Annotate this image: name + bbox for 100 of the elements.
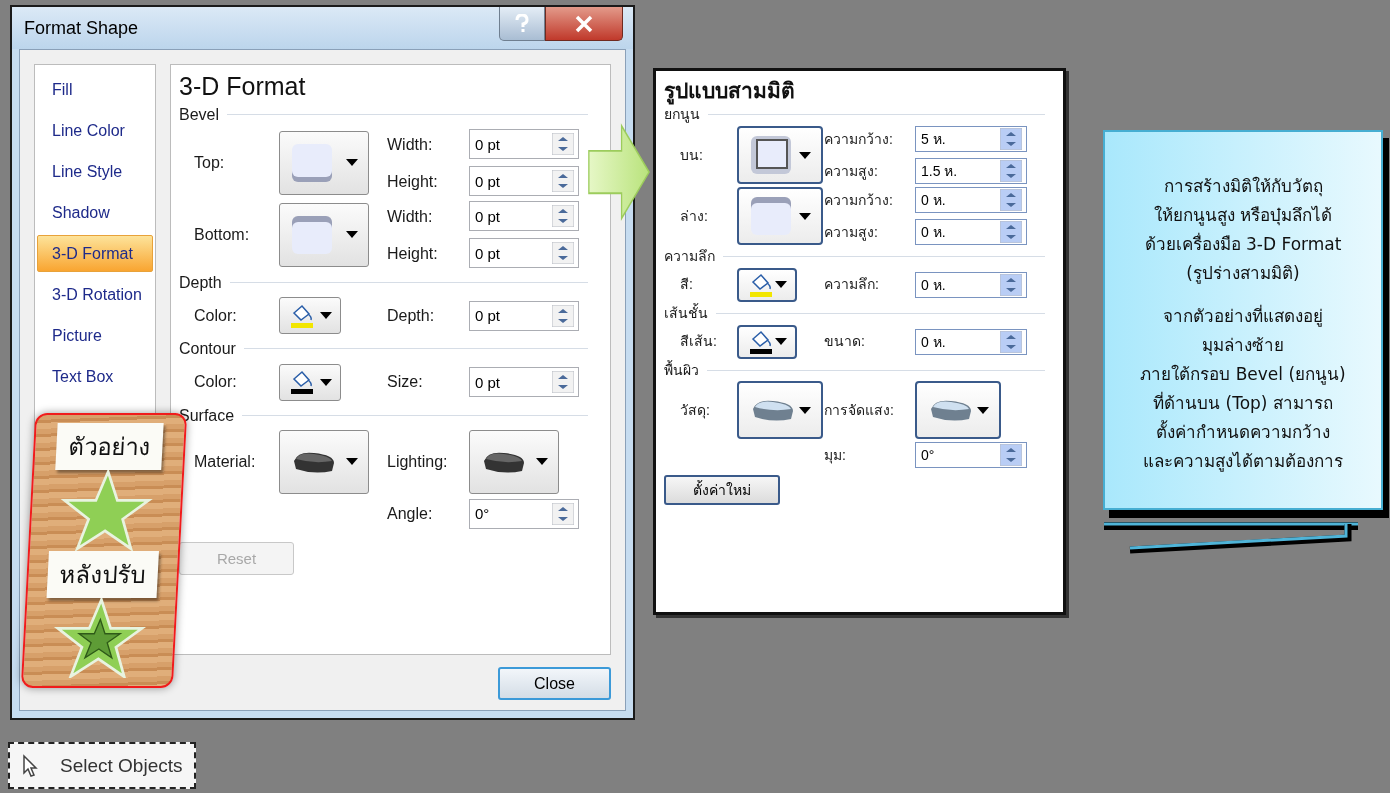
section-title: Bevel [179, 105, 220, 125]
field-label: ความสูง: [824, 162, 879, 180]
caret-icon [775, 281, 787, 289]
spin-field[interactable]: 0 pt [469, 238, 579, 269]
spin-field[interactable]: 0 ห. [915, 271, 1027, 298]
spinner-arrows-icon [552, 502, 574, 525]
spin-field[interactable]: 0° [915, 442, 1027, 469]
sidebar-item[interactable]: Shadow [37, 194, 153, 231]
field-label: สีเส้น: [680, 333, 718, 351]
field-label: วัสดุ: [680, 402, 711, 419]
field-label: Width: [387, 206, 434, 226]
caret-icon [977, 407, 989, 414]
preset-dropdown[interactable] [279, 429, 369, 494]
spin-field[interactable]: 0 pt [469, 367, 579, 398]
spin-field[interactable]: 0° [469, 498, 579, 529]
window-title: Format Shape [24, 17, 139, 39]
reset-button[interactable]: ตั้งค่าใหม่ [664, 475, 780, 506]
field-label: Top: [194, 153, 226, 173]
caret-icon [799, 407, 811, 414]
field-label: Size: [387, 372, 424, 392]
field-label: Color: [194, 372, 238, 392]
color-dropdown[interactable] [737, 267, 797, 302]
field-label: ความกว้าง: [824, 130, 894, 148]
field-label: ความสูง: [824, 223, 879, 241]
close-button[interactable] [545, 7, 623, 41]
bevel-preview-icon [749, 134, 793, 177]
caret-icon [775, 338, 787, 346]
field-label: Material: [194, 452, 257, 472]
spin-field[interactable]: 0 pt [469, 201, 579, 232]
spin-field[interactable]: 5 ห. [915, 126, 1027, 153]
sidebar-item[interactable]: Text Box [37, 358, 153, 395]
caret-icon [320, 312, 332, 320]
preset-dropdown[interactable] [737, 381, 823, 440]
spinner-arrows-icon [552, 304, 574, 327]
spin-field[interactable]: 0 pt [469, 166, 579, 197]
field-label: บน: [680, 146, 704, 164]
field-label: การจัดแสง: [824, 402, 895, 419]
field-label: Width: [387, 134, 434, 154]
select-objects-button[interactable]: Select Objects [8, 742, 196, 789]
spinner-arrows-icon [552, 371, 574, 394]
close-button[interactable]: Close [498, 667, 611, 700]
spin-field[interactable]: 0 ห. [915, 328, 1027, 355]
field-label: Angle: [387, 504, 434, 524]
preset-dropdown[interactable] [915, 381, 1001, 440]
field-label: Bottom: [194, 225, 251, 245]
spin-field[interactable]: 0 pt [469, 129, 579, 160]
sidebar-item[interactable]: Line Style [37, 153, 153, 190]
caret-icon [346, 231, 358, 239]
section-title: Surface [179, 405, 235, 425]
caret-icon [346, 458, 358, 466]
panel-heading: รูปแบบสามมิติ [664, 77, 1045, 105]
field-label: Height: [387, 243, 439, 263]
section-title: Contour [179, 339, 236, 359]
help-button[interactable] [499, 7, 545, 41]
banner-label: ตัวอย่าง [55, 423, 164, 470]
spin-field[interactable]: 0 pt [469, 300, 579, 331]
spinner-arrows-icon [1000, 330, 1022, 353]
section-title: ความลึก [664, 248, 715, 265]
pointer-icon [22, 753, 38, 778]
close-icon [574, 14, 594, 33]
help-icon [514, 13, 530, 34]
color-dropdown[interactable] [279, 297, 341, 335]
spin-field[interactable]: 0 ห. [915, 187, 1027, 214]
field-label: มุม: [824, 447, 847, 464]
color-dropdown[interactable] [737, 324, 797, 359]
field-label: ขนาด: [824, 333, 866, 351]
spinner-arrows-icon [552, 170, 574, 193]
bevel-preview-icon [749, 195, 793, 238]
spinner-arrows-icon [552, 242, 574, 265]
sidebar-item[interactable]: Picture [37, 317, 153, 354]
sidebar-item[interactable]: 3-D Format [37, 235, 153, 272]
spinner-arrows-icon [1000, 128, 1022, 151]
callout-paragraph: การสร้างมิติให้กับวัตถุ ให้ยกนูนสูง หรือบุ๋มลึกได้ ด้วยเครื่องมือ 3-D Format (รูปร่างสามมิติ) [1143, 175, 1343, 286]
preset-dropdown[interactable] [737, 187, 823, 246]
color-dropdown[interactable] [279, 363, 341, 401]
field-label: Height: [387, 171, 439, 191]
sidebar-item[interactable]: Fill [37, 71, 153, 108]
preset-dropdown[interactable] [469, 429, 559, 494]
field-label: สี: [680, 276, 694, 294]
sidebar-item[interactable]: Line Color [37, 112, 153, 149]
spinner-arrows-icon [1000, 160, 1022, 183]
bevel-preview-icon [290, 213, 334, 256]
spin-field[interactable]: 1.5 ห. [915, 158, 1027, 185]
field-label: ความกว้าง: [824, 191, 894, 209]
spinner-arrows-icon [1000, 221, 1022, 244]
spinner-arrows-icon [552, 133, 574, 156]
caret-icon [320, 378, 332, 386]
spinner-arrows-icon [1000, 273, 1022, 296]
preset-dropdown[interactable] [737, 126, 823, 185]
panel-heading: 3-D Format [179, 71, 307, 101]
section-title: Depth [179, 273, 222, 293]
spinner-arrows-icon [552, 205, 574, 228]
spinner-arrows-icon [1000, 189, 1022, 212]
caret-icon [799, 151, 811, 159]
spin-field[interactable]: 0 ห. [915, 219, 1027, 246]
section-title: พื้นผิว [664, 361, 699, 379]
section-title: เส้นชั้น [664, 304, 708, 322]
sidebar-item[interactable]: 3-D Rotation [37, 276, 153, 313]
field-label: Lighting: [387, 452, 449, 472]
spinner-arrows-icon [1000, 444, 1022, 467]
